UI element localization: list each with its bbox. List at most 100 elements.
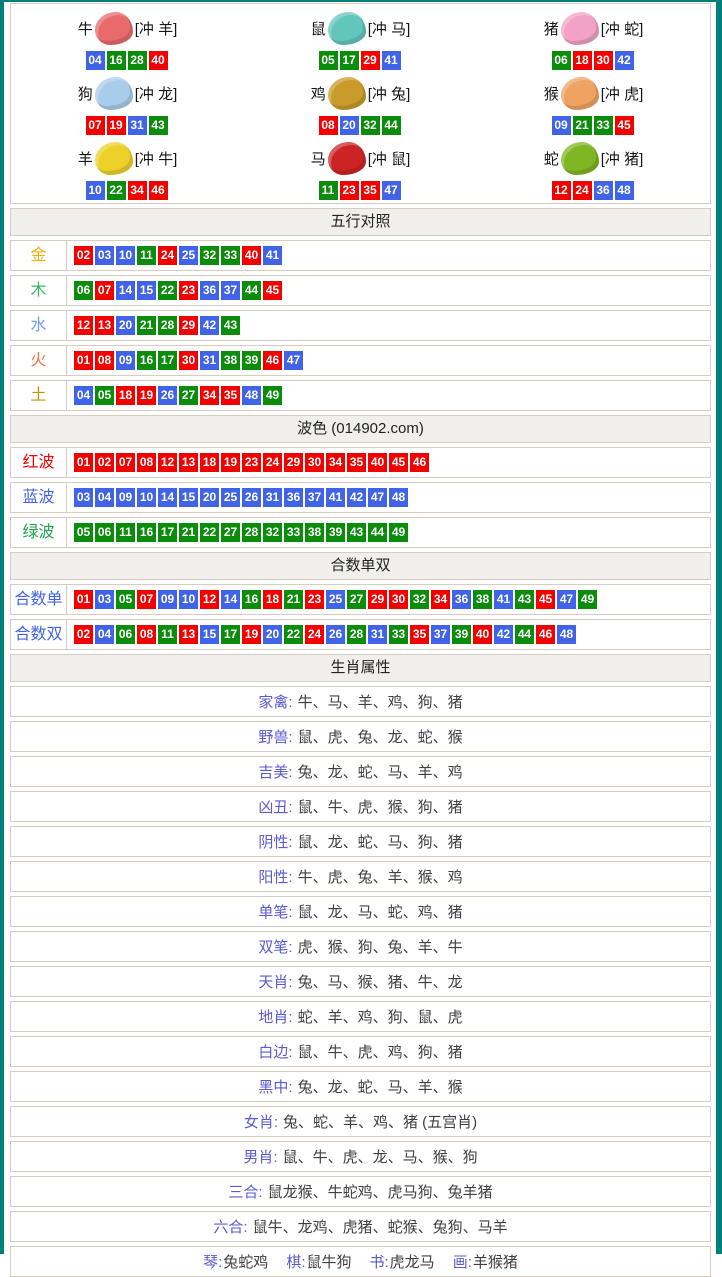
number-ball: 06 [116, 625, 135, 644]
zodiac-numbers: 05172941 [319, 51, 403, 70]
attribute-value: 兔、龙、蛇、马、羊、猴 [298, 1076, 463, 1097]
attribute-label: 单笔: [258, 901, 292, 922]
number-ball: 13 [179, 625, 198, 644]
zodiac-cell: 狗[冲 龙]07193143 [11, 72, 244, 137]
number-ball: 05 [319, 51, 338, 70]
zodiac-clash: [冲 马] [368, 18, 411, 39]
snake-icon [561, 142, 599, 175]
wave-color-header: 波色 (014902.com) [10, 415, 711, 443]
table-row: 红波0102070812131819232429303435404546 [10, 447, 711, 478]
table-row: 蓝波03040910141520252631363741424748 [10, 482, 711, 513]
number-ball: 44 [242, 281, 261, 300]
number-ball: 19 [221, 453, 240, 472]
number-ball: 22 [158, 281, 177, 300]
zodiac-clash: [冲 猪] [601, 148, 644, 169]
zodiac-name: 狗 [78, 83, 93, 104]
attribute-value: 鼠牛、龙鸡、虎猪、蛇猴、兔狗、马羊 [253, 1216, 508, 1237]
number-ball: 15 [137, 281, 156, 300]
zodiac-cell: 羊[冲 牛]10223446 [11, 137, 244, 202]
number-ball: 22 [284, 625, 303, 644]
number-ball: 45 [389, 453, 408, 472]
number-ball: 29 [179, 316, 198, 335]
number-ball: 05 [74, 523, 93, 542]
row-numbers: 0108091617303138394647 [67, 351, 305, 370]
attribute-value: 兔、蛇、羊、鸡、猪 (五宫肖) [283, 1111, 477, 1132]
number-ball: 08 [137, 625, 156, 644]
number-ball: 33 [594, 116, 613, 135]
number-ball: 16 [242, 590, 261, 609]
row-numbers: 06071415222336374445 [67, 281, 284, 300]
zodiac-cell: 猴[冲 虎]09213345 [477, 72, 710, 137]
number-ball: 01 [74, 351, 93, 370]
number-ball: 39 [452, 625, 471, 644]
sum-parity-section: 合数单双 合数单01030507091012141618212325272930… [10, 552, 711, 650]
number-ball: 41 [326, 488, 345, 507]
attribute-label: 白边: [258, 1041, 292, 1062]
attribute-row: 野兽:鼠、虎、兔、龙、蛇、猴 [10, 721, 711, 752]
attribute-row: 凶丑: 鼠、牛、虎、猴、狗、猪 [10, 791, 711, 822]
attribute-value: 虎龙马 [390, 1254, 435, 1271]
number-ball: 27 [179, 386, 198, 405]
number-ball: 01 [74, 590, 93, 609]
number-ball: 47 [284, 351, 303, 370]
number-ball: 31 [368, 625, 387, 644]
zodiac-attributes-rows: 家禽:牛、马、羊、鸡、狗、猪野兽:鼠、虎、兔、龙、蛇、猴吉美:兔、龙、蛇、马、羊… [10, 686, 711, 1277]
number-ball: 47 [368, 488, 387, 507]
section-title: 生肖属性 [330, 659, 390, 676]
attribute-label: 三合: [228, 1181, 262, 1202]
number-ball: 27 [347, 590, 366, 609]
table-row: 土04051819262734354849 [10, 380, 711, 411]
row-numbers: 0103050709101214161821232527293032343638… [67, 590, 599, 609]
number-ball: 40 [473, 625, 492, 644]
row-label: 火 [11, 346, 67, 375]
zodiac-clash: [冲 鼠] [368, 148, 411, 169]
zodiac-name-line: 蛇[冲 猪] [544, 137, 644, 180]
number-ball: 24 [158, 246, 177, 265]
number-ball: 11 [137, 246, 156, 265]
number-ball: 14 [221, 590, 240, 609]
number-ball: 26 [242, 488, 261, 507]
number-ball: 21 [179, 523, 198, 542]
number-ball: 16 [137, 523, 156, 542]
number-ball: 37 [305, 488, 324, 507]
number-ball: 41 [494, 590, 513, 609]
row-label: 土 [11, 381, 67, 410]
attribute-pair: 琴:兔蛇鸡 [203, 1251, 268, 1272]
page: 牛[冲 羊]04162840鼠[冲 马]05172941猪[冲 蛇]061830… [0, 0, 722, 1254]
number-ball: 21 [573, 116, 592, 135]
table-row: 金02031011242532334041 [10, 240, 711, 271]
number-ball: 04 [95, 488, 114, 507]
attribute-label: 画: [453, 1254, 472, 1271]
number-ball: 18 [573, 51, 592, 70]
number-ball: 15 [200, 625, 219, 644]
monkey-icon [561, 77, 599, 110]
number-ball: 10 [86, 181, 105, 200]
attribute-value: 鼠、牛、虎、猴、狗、猪 [298, 796, 463, 817]
number-ball: 19 [137, 386, 156, 405]
number-ball: 34 [200, 386, 219, 405]
number-ball: 12 [200, 590, 219, 609]
five-elements-header: 五行对照 [10, 208, 711, 236]
zodiac-name-line: 猴[冲 虎] [544, 72, 644, 115]
number-ball: 12 [552, 181, 571, 200]
number-ball: 22 [200, 523, 219, 542]
number-ball: 09 [116, 488, 135, 507]
sum-parity-header: 合数单双 [10, 552, 711, 580]
number-ball: 35 [347, 453, 366, 472]
zodiac-attributes-section: 生肖属性 家禽:牛、马、羊、鸡、狗、猪野兽:鼠、虎、兔、龙、蛇、猴吉美:兔、龙、… [10, 654, 711, 1277]
number-ball: 26 [326, 625, 345, 644]
number-ball: 40 [149, 51, 168, 70]
attribute-value: 鼠、牛、虎、龙、马、猴、狗 [283, 1146, 478, 1167]
number-ball: 42 [494, 625, 513, 644]
zodiac-numbers: 04162840 [86, 51, 170, 70]
zodiac-numbers: 06183042 [552, 51, 636, 70]
number-ball: 11 [319, 181, 338, 200]
number-ball: 16 [137, 351, 156, 370]
attribute-label: 凶丑: [258, 796, 292, 817]
number-ball: 24 [573, 181, 592, 200]
number-ball: 17 [221, 625, 240, 644]
attribute-label: 棋: [286, 1254, 305, 1271]
number-ball: 20 [116, 316, 135, 335]
row-numbers: 05061116172122272832333839434449 [67, 523, 410, 542]
number-ball: 31 [200, 351, 219, 370]
